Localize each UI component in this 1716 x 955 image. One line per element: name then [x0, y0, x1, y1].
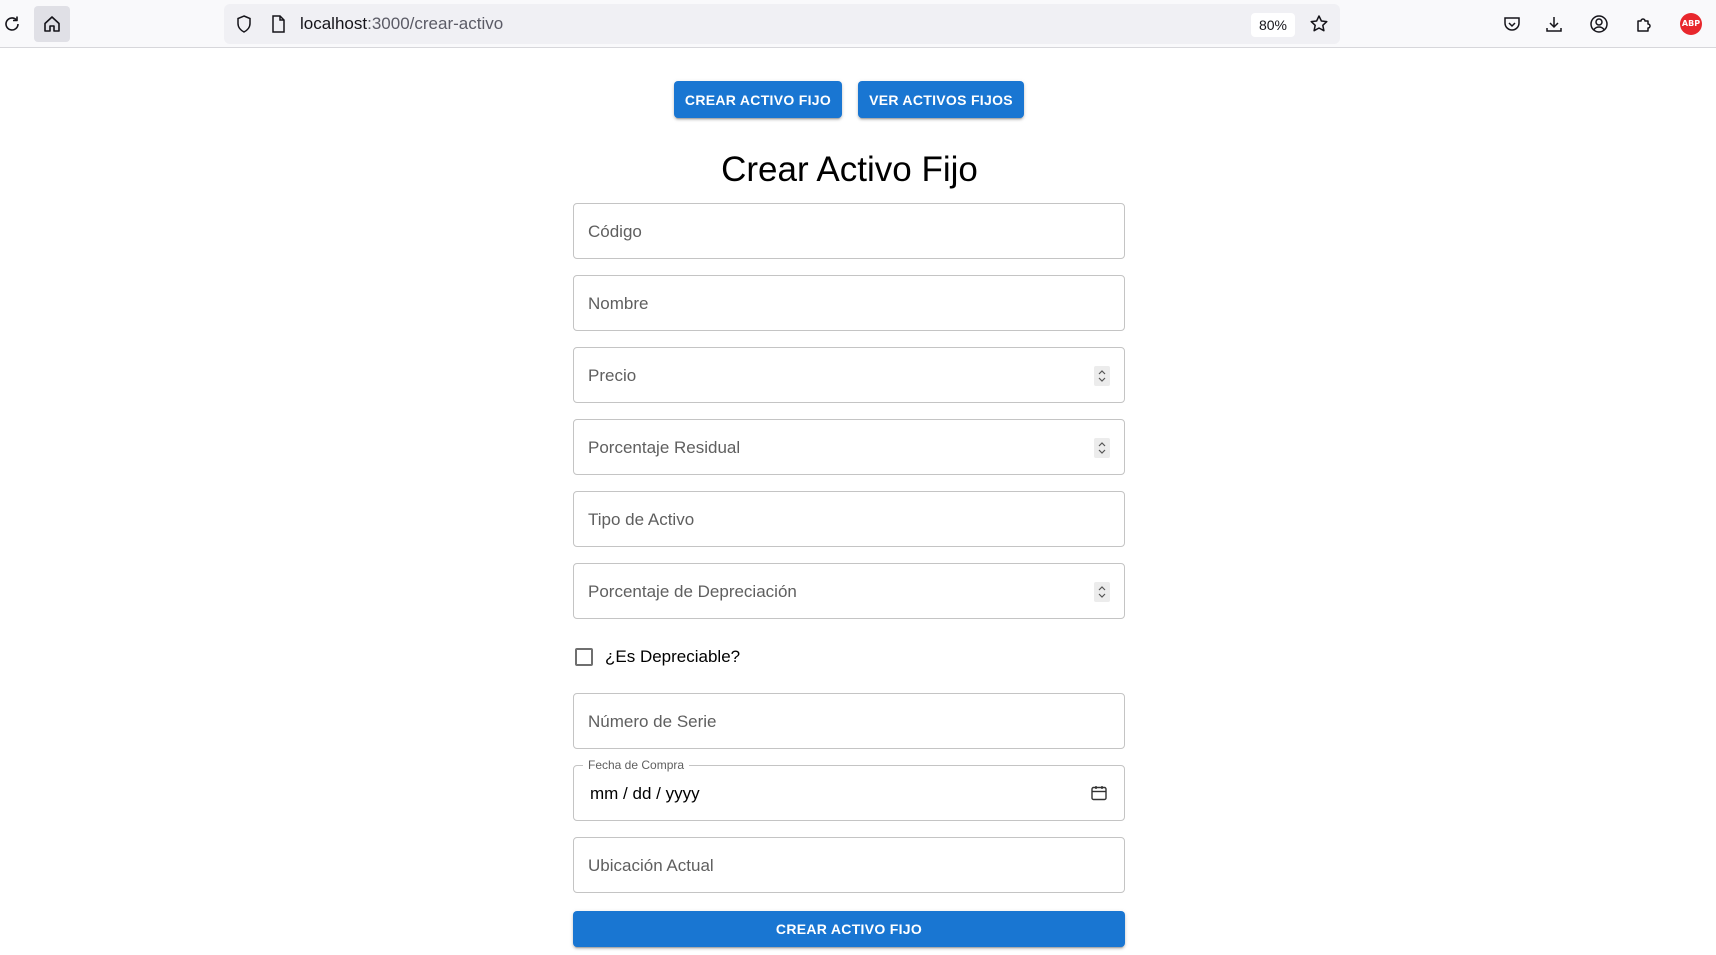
- fecha-compra-field[interactable]: Fecha de Compra mm / dd / yyyy: [573, 757, 1125, 821]
- shield-icon[interactable]: [234, 14, 254, 34]
- tipo-activo-field[interactable]: Tipo de Activo: [573, 491, 1125, 547]
- account-icon[interactable]: [1589, 14, 1609, 34]
- download-icon[interactable]: [1544, 14, 1564, 34]
- numero-serie-placeholder: Número de Serie: [588, 712, 717, 731]
- nav-view-assets-button[interactable]: VER ACTIVOS FIJOS: [858, 81, 1024, 118]
- numero-serie-field[interactable]: Número de Serie: [573, 693, 1125, 749]
- porcentaje-residual-placeholder: Porcentaje Residual: [588, 438, 741, 457]
- ubicacion-actual-placeholder: Ubicación Actual: [588, 856, 714, 875]
- precio-field[interactable]: Precio: [573, 347, 1125, 403]
- page-title: Crear Activo Fijo: [721, 150, 978, 189]
- codigo-placeholder: Código: [588, 222, 642, 241]
- reload-icon[interactable]: [0, 6, 30, 42]
- porcentaje-depreciacion-spinner-icon[interactable]: [1094, 582, 1110, 602]
- fecha-compra-label: Fecha de Compra: [583, 757, 690, 773]
- bookmark-star-icon[interactable]: [1309, 14, 1329, 34]
- tipo-activo-placeholder: Tipo de Activo: [588, 510, 695, 529]
- fecha-compra-value[interactable]: mm / dd / yyyy: [590, 784, 700, 804]
- nav-create-asset-button[interactable]: CREAR ACTIVO FIJO: [674, 81, 842, 118]
- codigo-field[interactable]: Código: [573, 203, 1125, 259]
- zoom-badge[interactable]: 80%: [1251, 13, 1295, 37]
- home-icon[interactable]: [34, 6, 70, 42]
- porcentaje-residual-spinner-icon[interactable]: [1094, 438, 1110, 458]
- submit-button[interactable]: CREAR ACTIVO FIJO: [573, 911, 1125, 947]
- adblock-plus-icon[interactable]: ABP: [1680, 13, 1702, 35]
- depreciable-checkbox[interactable]: [575, 648, 593, 666]
- page-icon: [272, 15, 285, 33]
- porcentaje-residual-field[interactable]: Porcentaje Residual: [573, 419, 1125, 475]
- calendar-icon[interactable]: [1090, 784, 1108, 802]
- extensions-icon[interactable]: [1634, 14, 1654, 34]
- precio-spinner-icon[interactable]: [1094, 366, 1110, 386]
- pocket-icon[interactable]: [1502, 14, 1522, 34]
- nombre-field[interactable]: Nombre: [573, 275, 1125, 331]
- url-text[interactable]: localhost:3000/crear-activo: [300, 14, 503, 34]
- porcentaje-depreciacion-placeholder: Porcentaje de Depreciación: [588, 582, 797, 601]
- depreciable-label: ¿Es Depreciable?: [605, 647, 741, 666]
- browser-toolbar: localhost:3000/crear-activo 80% ABP: [0, 0, 1716, 48]
- porcentaje-depreciacion-field[interactable]: Porcentaje de Depreciación: [573, 563, 1125, 619]
- url-bar[interactable]: localhost:3000/crear-activo 80%: [224, 4, 1340, 44]
- ubicacion-actual-field[interactable]: Ubicación Actual: [573, 837, 1125, 893]
- precio-placeholder: Precio: [588, 366, 637, 385]
- nombre-placeholder: Nombre: [588, 294, 649, 313]
- depreciable-checkbox-row[interactable]: ¿Es Depreciable?: [573, 644, 740, 670]
